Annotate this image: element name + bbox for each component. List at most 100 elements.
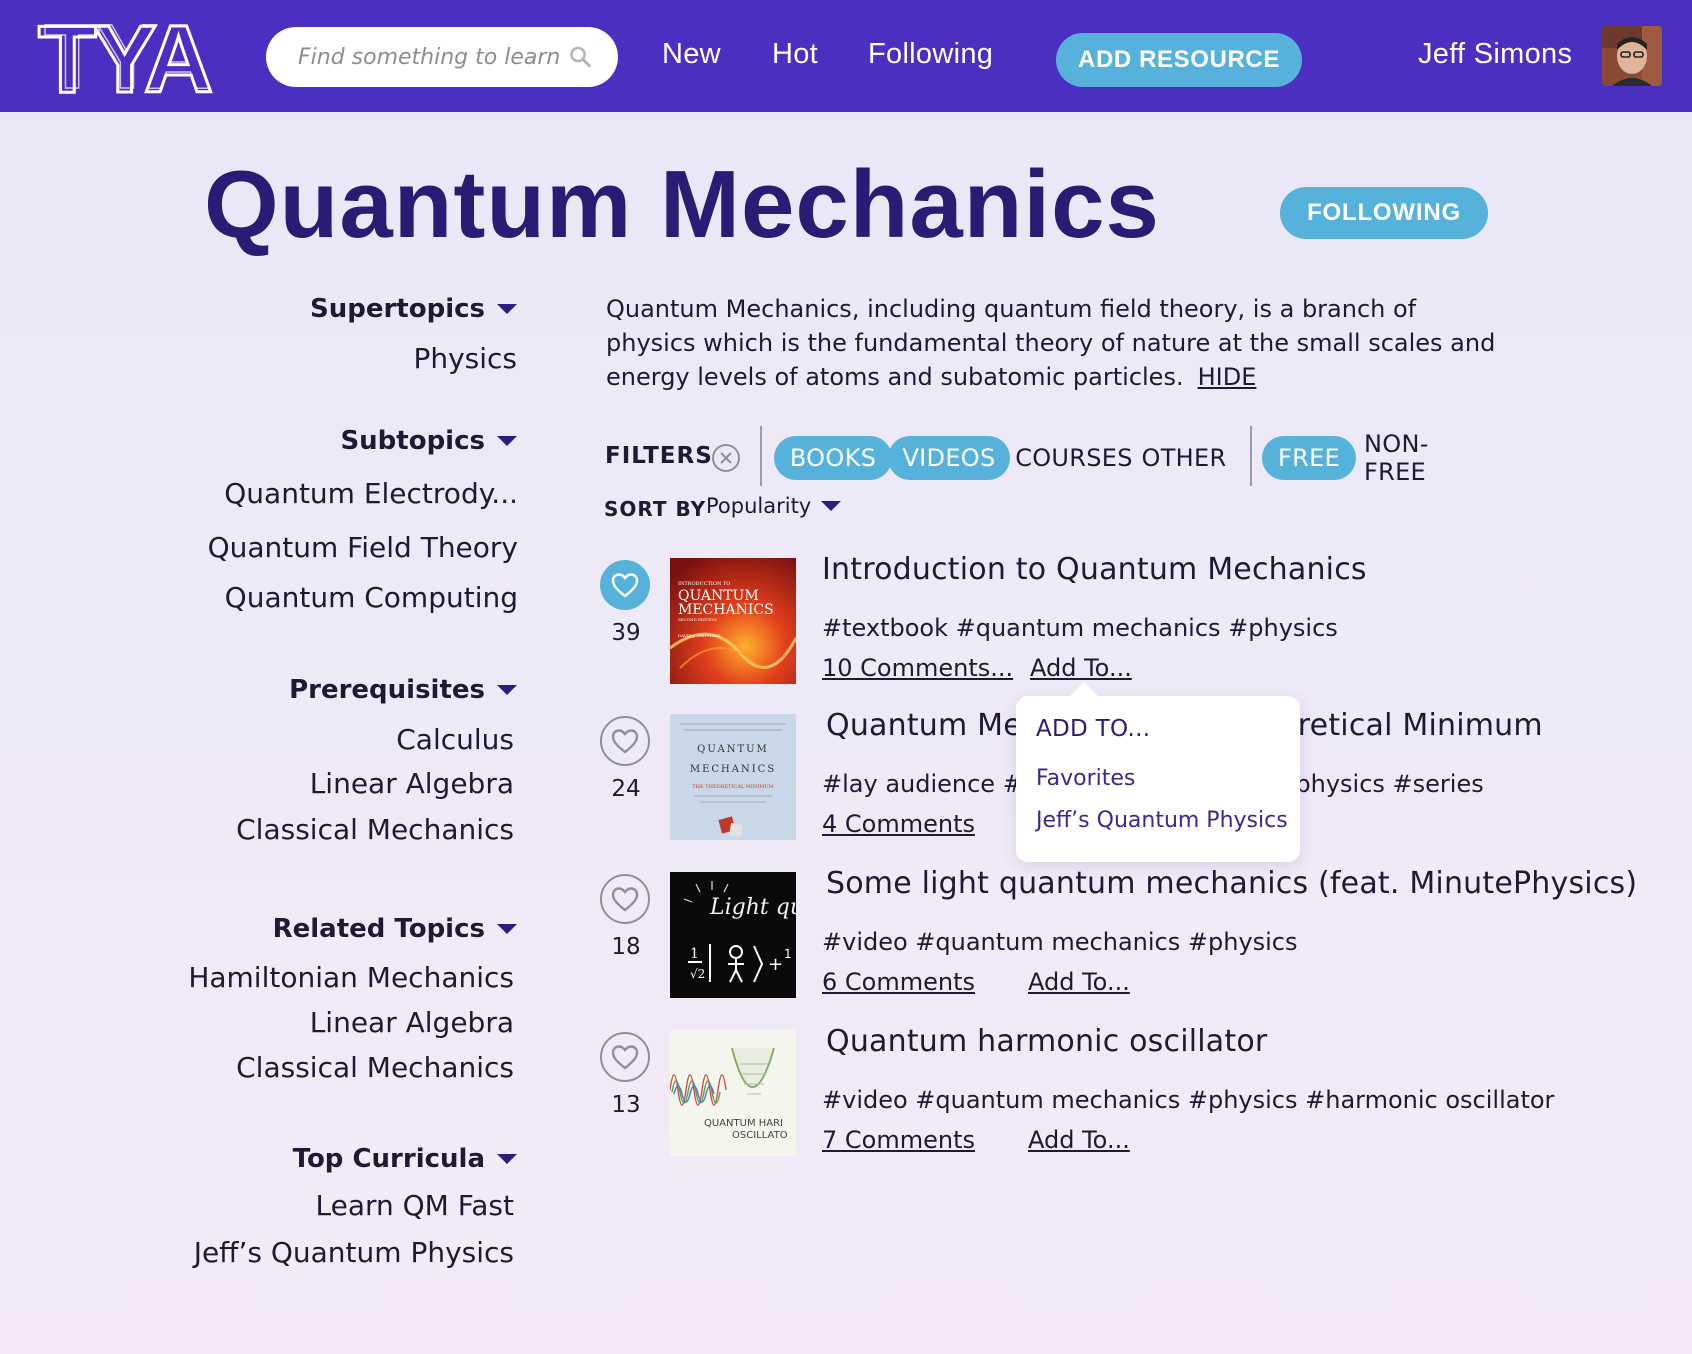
prerequisites-heading[interactable]: Prerequisites — [289, 675, 517, 705]
filter-chip-free[interactable]: FREE — [1262, 436, 1356, 480]
resource-tags: #video #quantum mechanics #physics #harm… — [822, 1086, 1555, 1114]
comments-link[interactable]: 7 Comments — [822, 1126, 975, 1154]
resource-thumbnail[interactable]: QUANTUM HARI OSCILLATO — [670, 1030, 796, 1156]
chevron-down-icon[interactable] — [497, 685, 517, 695]
svg-text:OSCILLATO: OSCILLATO — [732, 1130, 788, 1141]
svg-text:Light qu: Light qu — [709, 895, 796, 920]
sidebar-item-linear-algebra[interactable]: Linear Algebra — [310, 767, 514, 800]
svg-text:QUANTUM HARI: QUANTUM HARI — [704, 1118, 783, 1129]
filter-chip-courses[interactable]: COURSES — [1014, 436, 1134, 480]
add-to-link[interactable]: Add To... — [1028, 1126, 1130, 1154]
chevron-down-icon[interactable] — [497, 304, 517, 314]
sidebar-item-jeffs-quantum-physics[interactable]: Jeff’s Quantum Physics — [194, 1236, 514, 1269]
resource-item: 13 QUANTUM HARI OSCILLATO Quantum harmon… — [598, 1024, 1598, 1160]
search-input[interactable] — [298, 44, 569, 70]
tya-logo[interactable]: TYA TYA — [36, 12, 240, 102]
supertopics-heading[interactable]: Supertopics — [310, 294, 517, 324]
filter-chip-other[interactable]: OTHER — [1140, 436, 1228, 480]
sort-select[interactable]: Popularity — [706, 494, 842, 518]
filter-divider — [760, 426, 762, 486]
add-to-favorites[interactable]: Favorites — [1036, 766, 1135, 791]
nav-new[interactable]: New — [662, 38, 721, 71]
clear-filters-icon[interactable] — [711, 443, 741, 473]
resource-item: 39 INTRODUCTION TO QUANTUM MECHANICS SEC… — [598, 552, 1598, 688]
resource-title[interactable]: Introduction to Quantum Mechanics — [822, 552, 1367, 587]
heart-icon — [611, 573, 639, 598]
filter-chip-videos[interactable]: VIDEOS — [888, 436, 1010, 480]
svg-text:MECHANICS: MECHANICS — [678, 602, 774, 618]
sidebar-item-quantum-field-theory[interactable]: Quantum Field Theory — [208, 531, 518, 564]
add-to-link[interactable]: Add To... — [1028, 968, 1130, 996]
like-button[interactable] — [600, 560, 650, 610]
filter-chip-books[interactable]: BOOKS — [774, 436, 892, 480]
sidebar-item-learn-qm-fast[interactable]: Learn QM Fast — [315, 1189, 514, 1222]
resource-title[interactable]: Some light quantum mechanics (feat. Minu… — [826, 866, 1637, 901]
related-topics-heading[interactable]: Related Topics — [273, 914, 517, 944]
like-button[interactable] — [600, 874, 650, 924]
comments-link[interactable]: 10 Comments... — [822, 654, 1013, 682]
search-bar[interactable] — [266, 27, 618, 87]
resource-tags: #video #quantum mechanics #physics — [822, 928, 1298, 956]
heart-icon — [611, 1045, 639, 1070]
topic-description: Quantum Mechanics, including quantum fie… — [606, 292, 1506, 394]
top-curricula-heading[interactable]: Top Curricula — [293, 1144, 517, 1174]
vote-count: 13 — [611, 1092, 641, 1118]
search-icon[interactable] — [569, 43, 592, 71]
add-to-heading: ADD TO... — [1036, 716, 1151, 742]
add-resource-button[interactable]: ADD RESOURCE — [1056, 33, 1302, 87]
logo-text-shadow: TYA — [44, 12, 210, 102]
video-thumbnail-image: Light qu 1 √2 + 1 — [670, 872, 796, 998]
filter-chip-non-free[interactable]: NON-FREE — [1364, 430, 1488, 486]
resource-thumbnail[interactable]: QUANTUM MECHANICS THE THEORETICAL MINIMU… — [670, 714, 796, 840]
heart-icon — [611, 729, 639, 754]
book-cover-image: INTRODUCTION TO QUANTUM MECHANICS SECOND… — [670, 558, 796, 684]
svg-text:MECHANICS: MECHANICS — [690, 764, 776, 775]
svg-text:DAVID J. GRIFFITHS: DAVID J. GRIFFITHS — [678, 633, 721, 638]
user-name[interactable]: Jeff Simons — [1418, 38, 1572, 71]
svg-text:√2: √2 — [690, 967, 705, 981]
resource-tags: #textbook #quantum mechanics #physics — [822, 614, 1338, 642]
resource-thumbnail[interactable]: INTRODUCTION TO QUANTUM MECHANICS SECOND… — [670, 558, 796, 684]
nav-following[interactable]: Following — [868, 38, 993, 71]
heart-icon — [611, 887, 639, 912]
comments-link[interactable]: 6 Comments — [822, 968, 975, 996]
top-navigation-bar: TYA TYA New Hot Following ADD RESOURCE J… — [0, 0, 1692, 112]
comments-link[interactable]: 4 Comments — [822, 810, 975, 838]
avatar[interactable] — [1602, 26, 1662, 86]
svg-text:INTRODUCTION TO: INTRODUCTION TO — [678, 581, 730, 587]
sidebar-item-quantum-computing[interactable]: Quantum Computing — [225, 581, 518, 614]
sidebar-item-classical-mechanics[interactable]: Classical Mechanics — [236, 813, 514, 846]
supertopics-heading-label: Supertopics — [309, 294, 485, 324]
resource-item: 18 Light qu 1 √2 + 1 Some light quantum … — [598, 866, 1637, 1002]
sidebar-item-hamiltonian-mechanics[interactable]: Hamiltonian Mechanics — [188, 961, 514, 994]
sidebar-item-calculus[interactable]: Calculus — [396, 723, 514, 756]
chevron-down-icon[interactable] — [497, 924, 517, 934]
sort-by-label: SORT BY — [604, 497, 707, 521]
svg-text:THE THEORETICAL MINIMUM: THE THEORETICAL MINIMUM — [692, 784, 773, 790]
chevron-down-icon[interactable] — [497, 1154, 517, 1164]
nav-hot[interactable]: Hot — [772, 38, 818, 71]
sidebar-item-quantum-electrodynamics[interactable]: Quantum Electrody... — [224, 477, 518, 510]
hide-description-link[interactable]: HIDE — [1198, 363, 1257, 391]
following-button[interactable]: FOLLOWING — [1280, 187, 1488, 239]
add-to-jeffs-quantum-physics[interactable]: Jeff’s Quantum Physics — [1036, 808, 1288, 833]
top-curricula-heading-label: Top Curricula — [292, 1144, 485, 1174]
chevron-down-icon[interactable] — [497, 436, 517, 446]
subtopics-heading[interactable]: Subtopics — [340, 426, 517, 456]
dropdown-caret — [1070, 682, 1098, 696]
resource-thumbnail[interactable]: Light qu 1 √2 + 1 — [670, 872, 796, 998]
sidebar-item-linear-algebra[interactable]: Linear Algebra — [310, 1006, 514, 1039]
like-button[interactable] — [600, 1032, 650, 1082]
sidebar-item-classical-mechanics[interactable]: Classical Mechanics — [236, 1051, 514, 1084]
sidebar-item-physics[interactable]: Physics — [413, 342, 517, 375]
svg-text:SECOND EDITION: SECOND EDITION — [678, 617, 717, 622]
video-thumbnail-image: QUANTUM HARI OSCILLATO — [670, 1030, 796, 1156]
resource-title[interactable]: Quantum harmonic oscillator — [826, 1024, 1267, 1059]
vote-count: 39 — [611, 620, 641, 646]
svg-text:1: 1 — [690, 946, 699, 962]
filters-label: FILTERS — [605, 443, 713, 469]
like-button[interactable] — [600, 716, 650, 766]
chevron-down-icon[interactable] — [821, 501, 842, 511]
add-to-link[interactable]: Add To... — [1030, 654, 1132, 682]
prerequisites-heading-label: Prerequisites — [289, 675, 485, 705]
